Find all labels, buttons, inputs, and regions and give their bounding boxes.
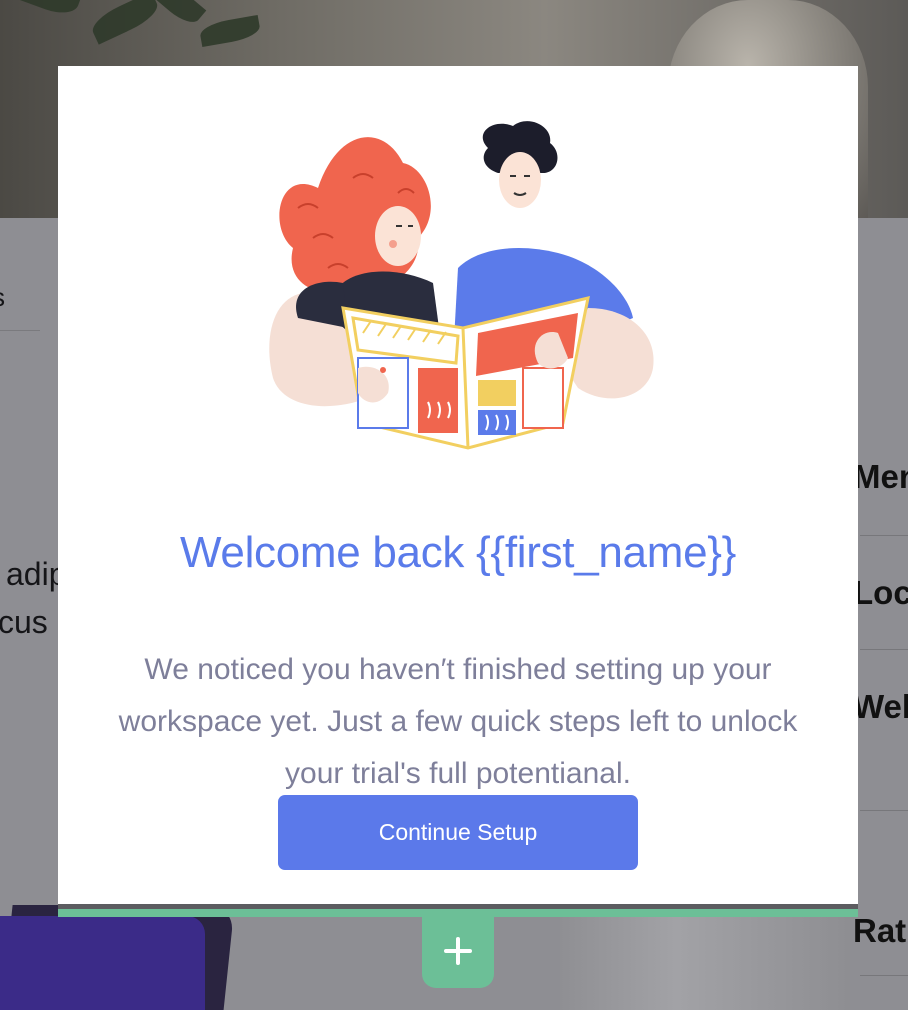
background-menu-item[interactable]: Men [853,458,908,496]
background-divider [860,810,908,811]
continue-setup-button[interactable]: Continue Setup [278,795,638,870]
background-text-fragment: cus [0,604,48,640]
plus-icon [444,937,472,965]
welcome-message: We noticed you haven′t finished setting … [118,653,798,790]
background-menu-item[interactable]: Wel [853,688,908,726]
background-divider [860,535,908,536]
welcome-modal: Welcome back {{first_name}} We noticed y… [58,66,858,904]
background-divider [860,649,908,650]
background-text-fragment: s [0,282,5,313]
background-divider [860,975,908,976]
background-menu-item[interactable]: Loc [853,574,908,612]
background-divider [0,330,40,331]
add-block-button[interactable] [422,914,494,988]
newspaper-reading-illustration [269,121,654,450]
background-laptop-screen [0,916,205,1010]
welcome-title: Welcome back {{first_name}} [179,528,737,577]
background-image-blur [560,905,850,1010]
background-menu-item[interactable]: Rat [853,912,906,950]
